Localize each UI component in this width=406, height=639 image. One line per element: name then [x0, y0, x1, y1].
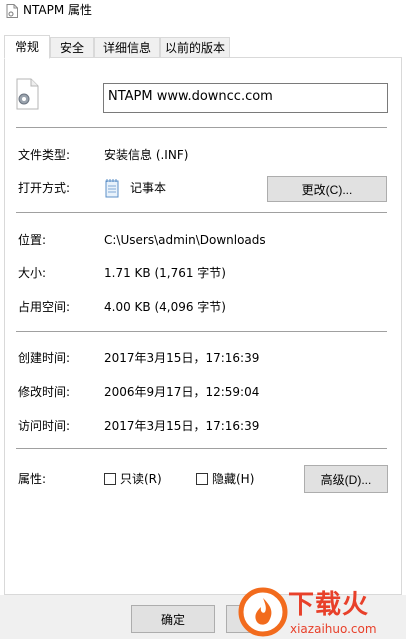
tab-label: 常规 — [14, 40, 39, 54]
tab-general[interactable]: 常规 — [4, 35, 50, 59]
size-on-disk-value: 4.00 KB (4,096 字节) — [104, 300, 226, 314]
accessed-value: 2017年3月15日，17:16:39 — [104, 419, 260, 433]
created-label: 创建时间: — [18, 351, 71, 365]
advanced-button[interactable]: 高级(D)... — [304, 465, 388, 493]
size-on-disk-label: 占用空间: — [18, 300, 71, 314]
change-button[interactable]: 更改(C)... — [267, 176, 387, 202]
open-with-label: 打开方式: — [18, 181, 71, 195]
tab-label: 详细信息 — [102, 41, 151, 55]
accessed-label: 访问时间: — [18, 419, 71, 433]
open-with-app: 记事本 — [130, 181, 167, 195]
readonly-checkbox[interactable] — [104, 473, 116, 485]
size-label: 大小: — [18, 266, 47, 280]
watermark-url: xiazaihuo.com — [290, 622, 377, 636]
location-value: C:\Users\admin\Downloads — [104, 233, 266, 247]
created-value: 2017年3月15日，17:16:39 — [104, 351, 260, 365]
title-bar[interactable]: NTAPM 属性 — [0, 0, 406, 30]
modified-value: 2006年9月17日，12:59:04 — [104, 385, 260, 399]
tab-previous-versions[interactable]: 以前的版本 — [160, 37, 230, 57]
tab-details[interactable]: 详细信息 — [94, 37, 160, 57]
size-value: 1.71 KB (1,761 字节) — [104, 266, 226, 280]
divider — [16, 212, 387, 213]
notepad-icon — [105, 179, 119, 198]
divider — [16, 331, 387, 332]
file-name-input[interactable]: NTAPM www.downcc.com — [103, 83, 388, 113]
divider — [16, 127, 387, 128]
tab-security[interactable]: 安全 — [50, 37, 94, 57]
file-type-value: 安装信息 (.INF) — [104, 148, 189, 162]
tab-label: 以前的版本 — [164, 41, 225, 55]
file-type-label: 文件类型: — [18, 148, 71, 162]
ok-button[interactable]: 确定 — [131, 605, 215, 633]
modified-label: 修改时间: — [18, 385, 71, 399]
inf-file-icon — [16, 78, 39, 110]
watermark: 下载火 xiazaihuo.com — [236, 584, 406, 639]
divider — [16, 448, 387, 449]
tab-label: 安全 — [59, 41, 84, 55]
hidden-label: 隐藏(H) — [212, 472, 255, 486]
hidden-checkbox[interactable] — [196, 473, 208, 485]
readonly-label: 只读(R) — [120, 472, 162, 486]
watermark-logo — [238, 587, 288, 637]
location-label: 位置: — [18, 233, 47, 247]
window-title: NTAPM 属性 — [23, 3, 92, 17]
watermark-brand: 下载火 — [288, 590, 370, 620]
file-icon — [6, 4, 18, 18]
attributes-label: 属性: — [18, 472, 47, 486]
properties-panel — [4, 57, 402, 595]
